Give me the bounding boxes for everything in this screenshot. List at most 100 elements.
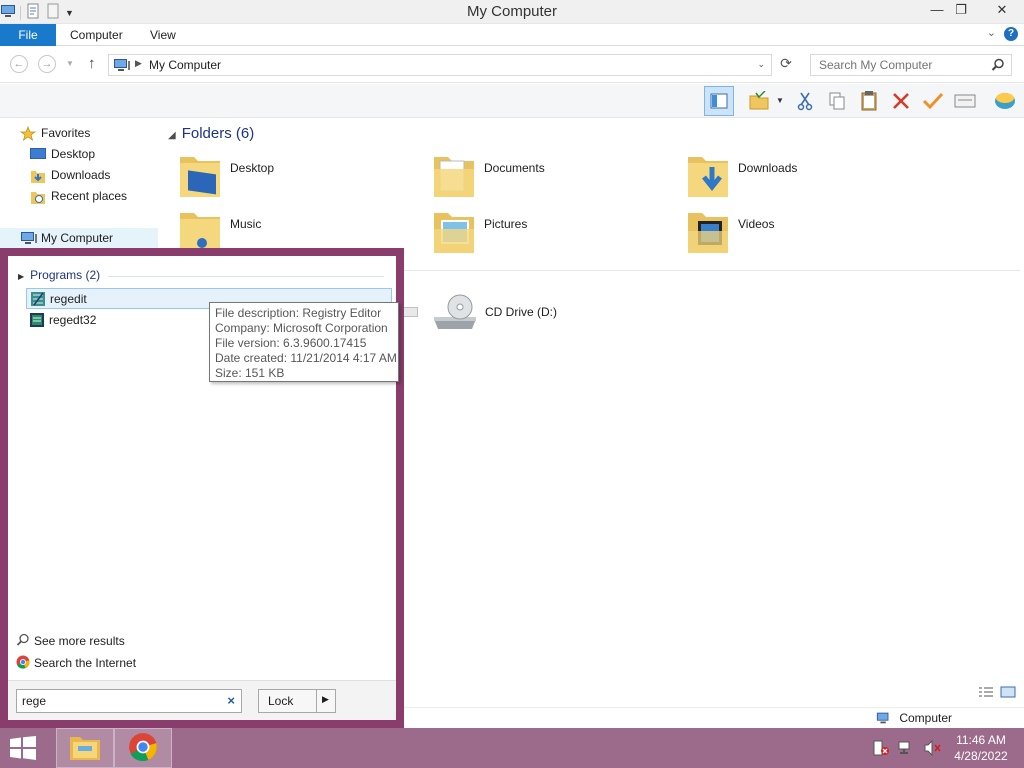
nav-my-computer-label: My Computer — [41, 231, 114, 245]
tooltip-description: File description: Registry Editor — [215, 306, 382, 320]
system-tray — [872, 739, 942, 759]
search-icon[interactable] — [991, 58, 1005, 75]
network-icon[interactable] — [898, 740, 916, 759]
refresh-button[interactable]: ⟳ — [776, 55, 796, 75]
drive-cd-d[interactable]: CD Drive (D:) — [430, 291, 650, 341]
search-input[interactable] — [819, 58, 989, 72]
nav-downloads-label: Downloads — [51, 168, 111, 182]
start-search-query[interactable]: rege — [22, 694, 46, 708]
registry-editor-icon — [30, 291, 46, 310]
clock-time: 11:46 AM — [956, 733, 1006, 747]
preview-pane-icon[interactable] — [704, 86, 734, 116]
ribbon-expand-icon[interactable]: ⌄ — [987, 26, 996, 39]
clock[interactable]: 11:46 AM 4/28/2022 — [946, 732, 1016, 764]
downloads-folder-icon — [686, 151, 730, 202]
restore-button[interactable]: ❐ — [946, 0, 976, 22]
nav-recent-places-label: Recent places — [51, 189, 128, 203]
close-button[interactable]: ✕ — [982, 0, 1022, 22]
file-info-tooltip: File description: Registry Editor Compan… — [209, 302, 399, 382]
back-button[interactable]: ← — [10, 55, 28, 73]
collapse-icon[interactable]: ◢ — [168, 130, 176, 141]
breadcrumb[interactable]: My Computer — [149, 58, 221, 72]
nav-favorites-label: Favorites — [41, 126, 91, 140]
address-row: ← → ▼ ↑ ▶ My Computer ⌄ ⟳ — [0, 47, 1024, 83]
folder-options-icon[interactable] — [744, 86, 774, 116]
tooltip-company: Company: Microsoft Corporation — [215, 321, 388, 335]
tab-computer[interactable]: Computer — [56, 24, 137, 46]
folder-desktop[interactable]: Desktop — [160, 147, 410, 199]
registry-editor-icon — [29, 312, 45, 331]
search-icon — [16, 633, 30, 650]
folders-group-header[interactable]: ◢ Folders (6) — [168, 125, 254, 142]
programs-group-header[interactable]: ▶ Programs (2) — [18, 268, 100, 282]
tooltip-date-created: Date created: 11/21/2014 4:17 AM — [215, 351, 397, 365]
pictures-folder-icon — [432, 207, 476, 258]
forward-button[interactable]: → — [38, 55, 56, 73]
taskbar-chrome[interactable] — [114, 728, 172, 768]
taskbar-file-explorer[interactable] — [56, 728, 114, 768]
star-icon — [19, 126, 37, 148]
breadcrumb-arrow-icon[interactable]: ▶ — [135, 58, 142, 69]
ribbon-tabs: File Computer View ⌄ ? — [0, 24, 1024, 46]
action-center-icon[interactable] — [872, 740, 890, 759]
folder-pictures[interactable]: Pictures — [414, 203, 664, 255]
drive-capacity-bar — [402, 307, 418, 317]
chrome-icon — [16, 655, 30, 672]
properties-icon[interactable] — [950, 86, 980, 116]
section-divider — [400, 270, 1020, 271]
delete-icon[interactable] — [886, 86, 916, 116]
power-options-arrow-icon[interactable]: ▶ — [322, 694, 329, 705]
folder-downloads[interactable]: Downloads — [668, 147, 918, 199]
cd-drive-icon — [430, 291, 480, 338]
paste-icon[interactable] — [854, 86, 884, 116]
recent-locations-icon[interactable]: ▼ — [66, 59, 74, 68]
clear-search-icon[interactable]: × — [227, 693, 235, 708]
chevron-down-icon[interactable]: ⌄ — [757, 59, 765, 70]
command-toolbar: ▼ — [0, 84, 1024, 118]
window-title: My Computer — [466, 3, 558, 20]
lock-button[interactable]: Lock ▶ — [258, 689, 336, 713]
desktop-folder-icon — [178, 151, 222, 202]
folder-documents-label: Documents — [484, 161, 545, 175]
address-bar[interactable]: ▶ My Computer ⌄ — [108, 54, 772, 76]
folder-videos[interactable]: Videos — [668, 203, 918, 255]
file-explorer-icon — [69, 733, 101, 764]
folders-group-label: Folders (6) — [181, 125, 255, 142]
result-regedt32-label: regedt32 — [49, 313, 97, 327]
drive-cd-d-label: CD Drive (D:) — [485, 305, 557, 319]
start-button[interactable] — [8, 736, 38, 763]
recent-places-icon — [30, 189, 46, 211]
title-bar: ▼ My Computer — ❐ ✕ — [0, 0, 1024, 24]
search-internet-label: Search the Internet — [34, 656, 137, 670]
check-icon[interactable] — [918, 86, 948, 116]
programs-group-label: Programs (2) — [30, 268, 101, 282]
tooltip-size: Size: 151 KB — [215, 366, 285, 380]
downloads-folder-icon — [30, 168, 46, 190]
cut-icon[interactable] — [790, 86, 820, 116]
panel-footer: rege × Lock ▶ — [8, 681, 396, 720]
start-search-input[interactable]: rege × — [16, 689, 242, 713]
expand-icon[interactable]: ▶ — [18, 272, 24, 281]
network-icon[interactable] — [990, 86, 1020, 116]
folder-documents[interactable]: Documents — [414, 147, 664, 199]
computer-icon — [113, 58, 131, 75]
clock-date: 4/28/2022 — [954, 749, 1008, 763]
tab-view[interactable]: View — [136, 24, 190, 46]
folder-videos-label: Videos — [738, 217, 775, 231]
tab-file[interactable]: File — [0, 24, 56, 46]
tooltip-version: File version: 6.3.9600.17415 — [215, 336, 367, 350]
volume-muted-icon[interactable] — [924, 739, 942, 759]
nav-my-computer[interactable]: My Computer — [0, 228, 158, 248]
folder-pictures-label: Pictures — [484, 217, 528, 231]
copy-icon[interactable] — [822, 86, 852, 116]
see-more-results-label: See more results — [34, 634, 125, 648]
chrome-icon — [128, 732, 158, 765]
large-icons-view-icon[interactable] — [1000, 686, 1016, 701]
search-box[interactable] — [810, 54, 1012, 76]
taskbar: 11:46 AM 4/28/2022 — [0, 728, 1024, 768]
details-view-icon[interactable] — [978, 686, 994, 701]
videos-folder-icon — [686, 207, 730, 258]
help-icon[interactable]: ? — [1004, 27, 1018, 41]
up-arrow-icon[interactable]: ↑ — [88, 55, 96, 72]
chevron-down-icon[interactable]: ▼ — [776, 96, 784, 105]
